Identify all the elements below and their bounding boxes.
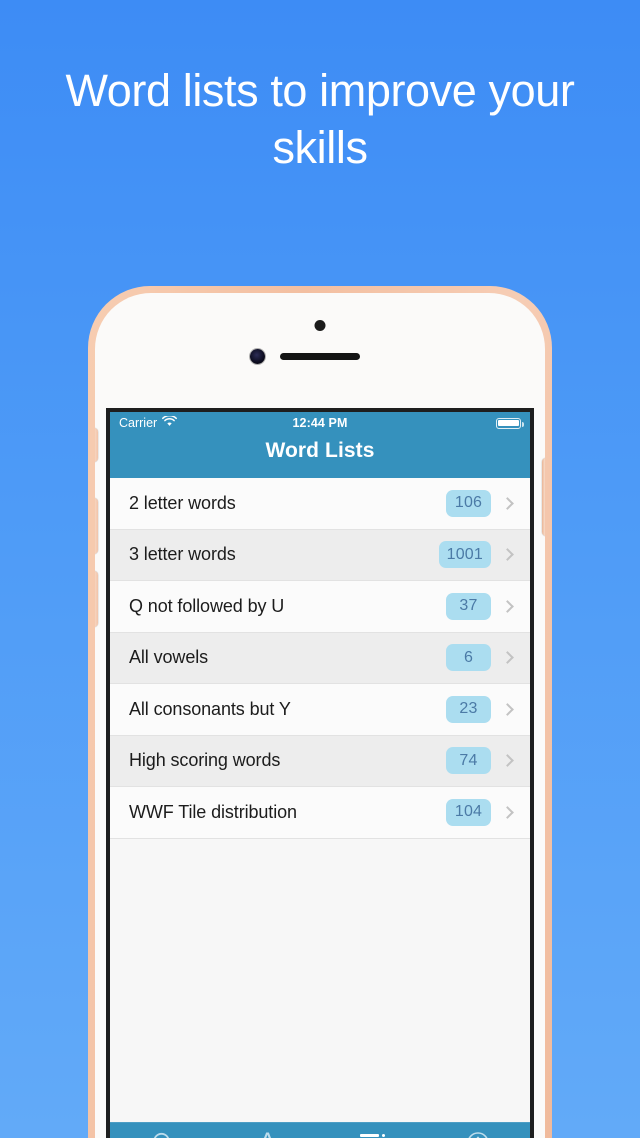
earpiece-speaker-icon	[280, 353, 360, 360]
tab-lists[interactable]: Lists	[320, 1123, 425, 1138]
page-title: Word Lists	[265, 439, 375, 462]
tab-anagrams[interactable]: A Anagrams	[215, 1123, 320, 1138]
chevron-right-icon	[501, 599, 514, 613]
phone-bezel: Carrier 12:44 PM Word Lists 2 letter wor…	[95, 293, 545, 1138]
chevron-right-icon	[501, 702, 514, 716]
chevron-right-icon	[501, 754, 514, 768]
count-badge: 106	[446, 489, 491, 517]
volume-down-button[interactable]	[95, 571, 98, 627]
row-label: WWF Tile distribution	[129, 801, 297, 822]
table-row[interactable]: WWF Tile distribution 104	[110, 787, 530, 839]
count-badge: 23	[446, 695, 491, 723]
table-row[interactable]: 3 letter words 1001	[110, 529, 530, 581]
tab-bar: Search A Anagrams Lists	[110, 1122, 530, 1138]
count-badge: 74	[446, 747, 491, 775]
carrier-label: Carrier	[119, 416, 158, 430]
table-row[interactable]: All vowels 6	[110, 632, 530, 684]
status-bar: Carrier 12:44 PM	[110, 412, 530, 434]
chevron-right-icon	[501, 496, 514, 510]
search-icon	[151, 1129, 175, 1138]
chevron-right-icon	[501, 805, 514, 819]
row-label: 2 letter words	[129, 492, 236, 513]
letter-a-icon: A	[259, 1129, 276, 1138]
power-button[interactable]	[542, 458, 545, 536]
mute-switch-button[interactable]	[95, 428, 98, 462]
promo-headline: Word lists to improve your skills	[65, 65, 575, 173]
status-bar-right	[496, 417, 524, 429]
table-row[interactable]: 2 letter words 106	[110, 478, 530, 530]
tab-search[interactable]: Search	[110, 1123, 215, 1138]
row-label: Q not followed by U	[129, 595, 285, 616]
row-label: All vowels	[129, 647, 209, 668]
list-bullets-icon	[359, 1129, 386, 1138]
row-label: High scoring words	[129, 750, 281, 771]
wifi-icon	[162, 414, 178, 430]
phone-device-frame: Carrier 12:44 PM Word Lists 2 letter wor…	[88, 286, 552, 1138]
status-bar-left: Carrier	[119, 414, 178, 430]
front-camera-icon	[250, 349, 265, 364]
navigation-bar: Carrier 12:44 PM Word Lists	[110, 412, 530, 478]
info-circle-icon	[466, 1129, 490, 1138]
row-label: 3 letter words	[129, 544, 236, 565]
word-lists-table: 2 letter words 106 3 letter words 1001 Q not…	[110, 478, 530, 1122]
battery-fill	[498, 419, 519, 427]
battery-icon	[496, 417, 524, 429]
count-badge: 104	[446, 798, 491, 826]
table-row[interactable]: All consonants but Y 23	[110, 684, 530, 736]
chevron-right-icon	[501, 651, 514, 665]
proximity-sensor-icon	[314, 320, 326, 331]
row-label: All consonants but Y	[129, 698, 291, 719]
app-screen: Carrier 12:44 PM Word Lists 2 letter wor…	[110, 412, 530, 1138]
screen-border: Carrier 12:44 PM Word Lists 2 letter wor…	[106, 408, 534, 1138]
volume-up-button[interactable]	[95, 498, 98, 554]
table-row[interactable]: Q not followed by U 37	[110, 581, 530, 633]
count-badge: 1001	[438, 541, 491, 569]
chevron-right-icon	[501, 548, 514, 562]
count-badge: 6	[446, 644, 491, 672]
tab-about[interactable]: About	[425, 1123, 530, 1138]
table-row[interactable]: High scoring words 74	[110, 735, 530, 787]
count-badge: 37	[446, 592, 491, 620]
list-empty-area	[110, 838, 530, 1122]
